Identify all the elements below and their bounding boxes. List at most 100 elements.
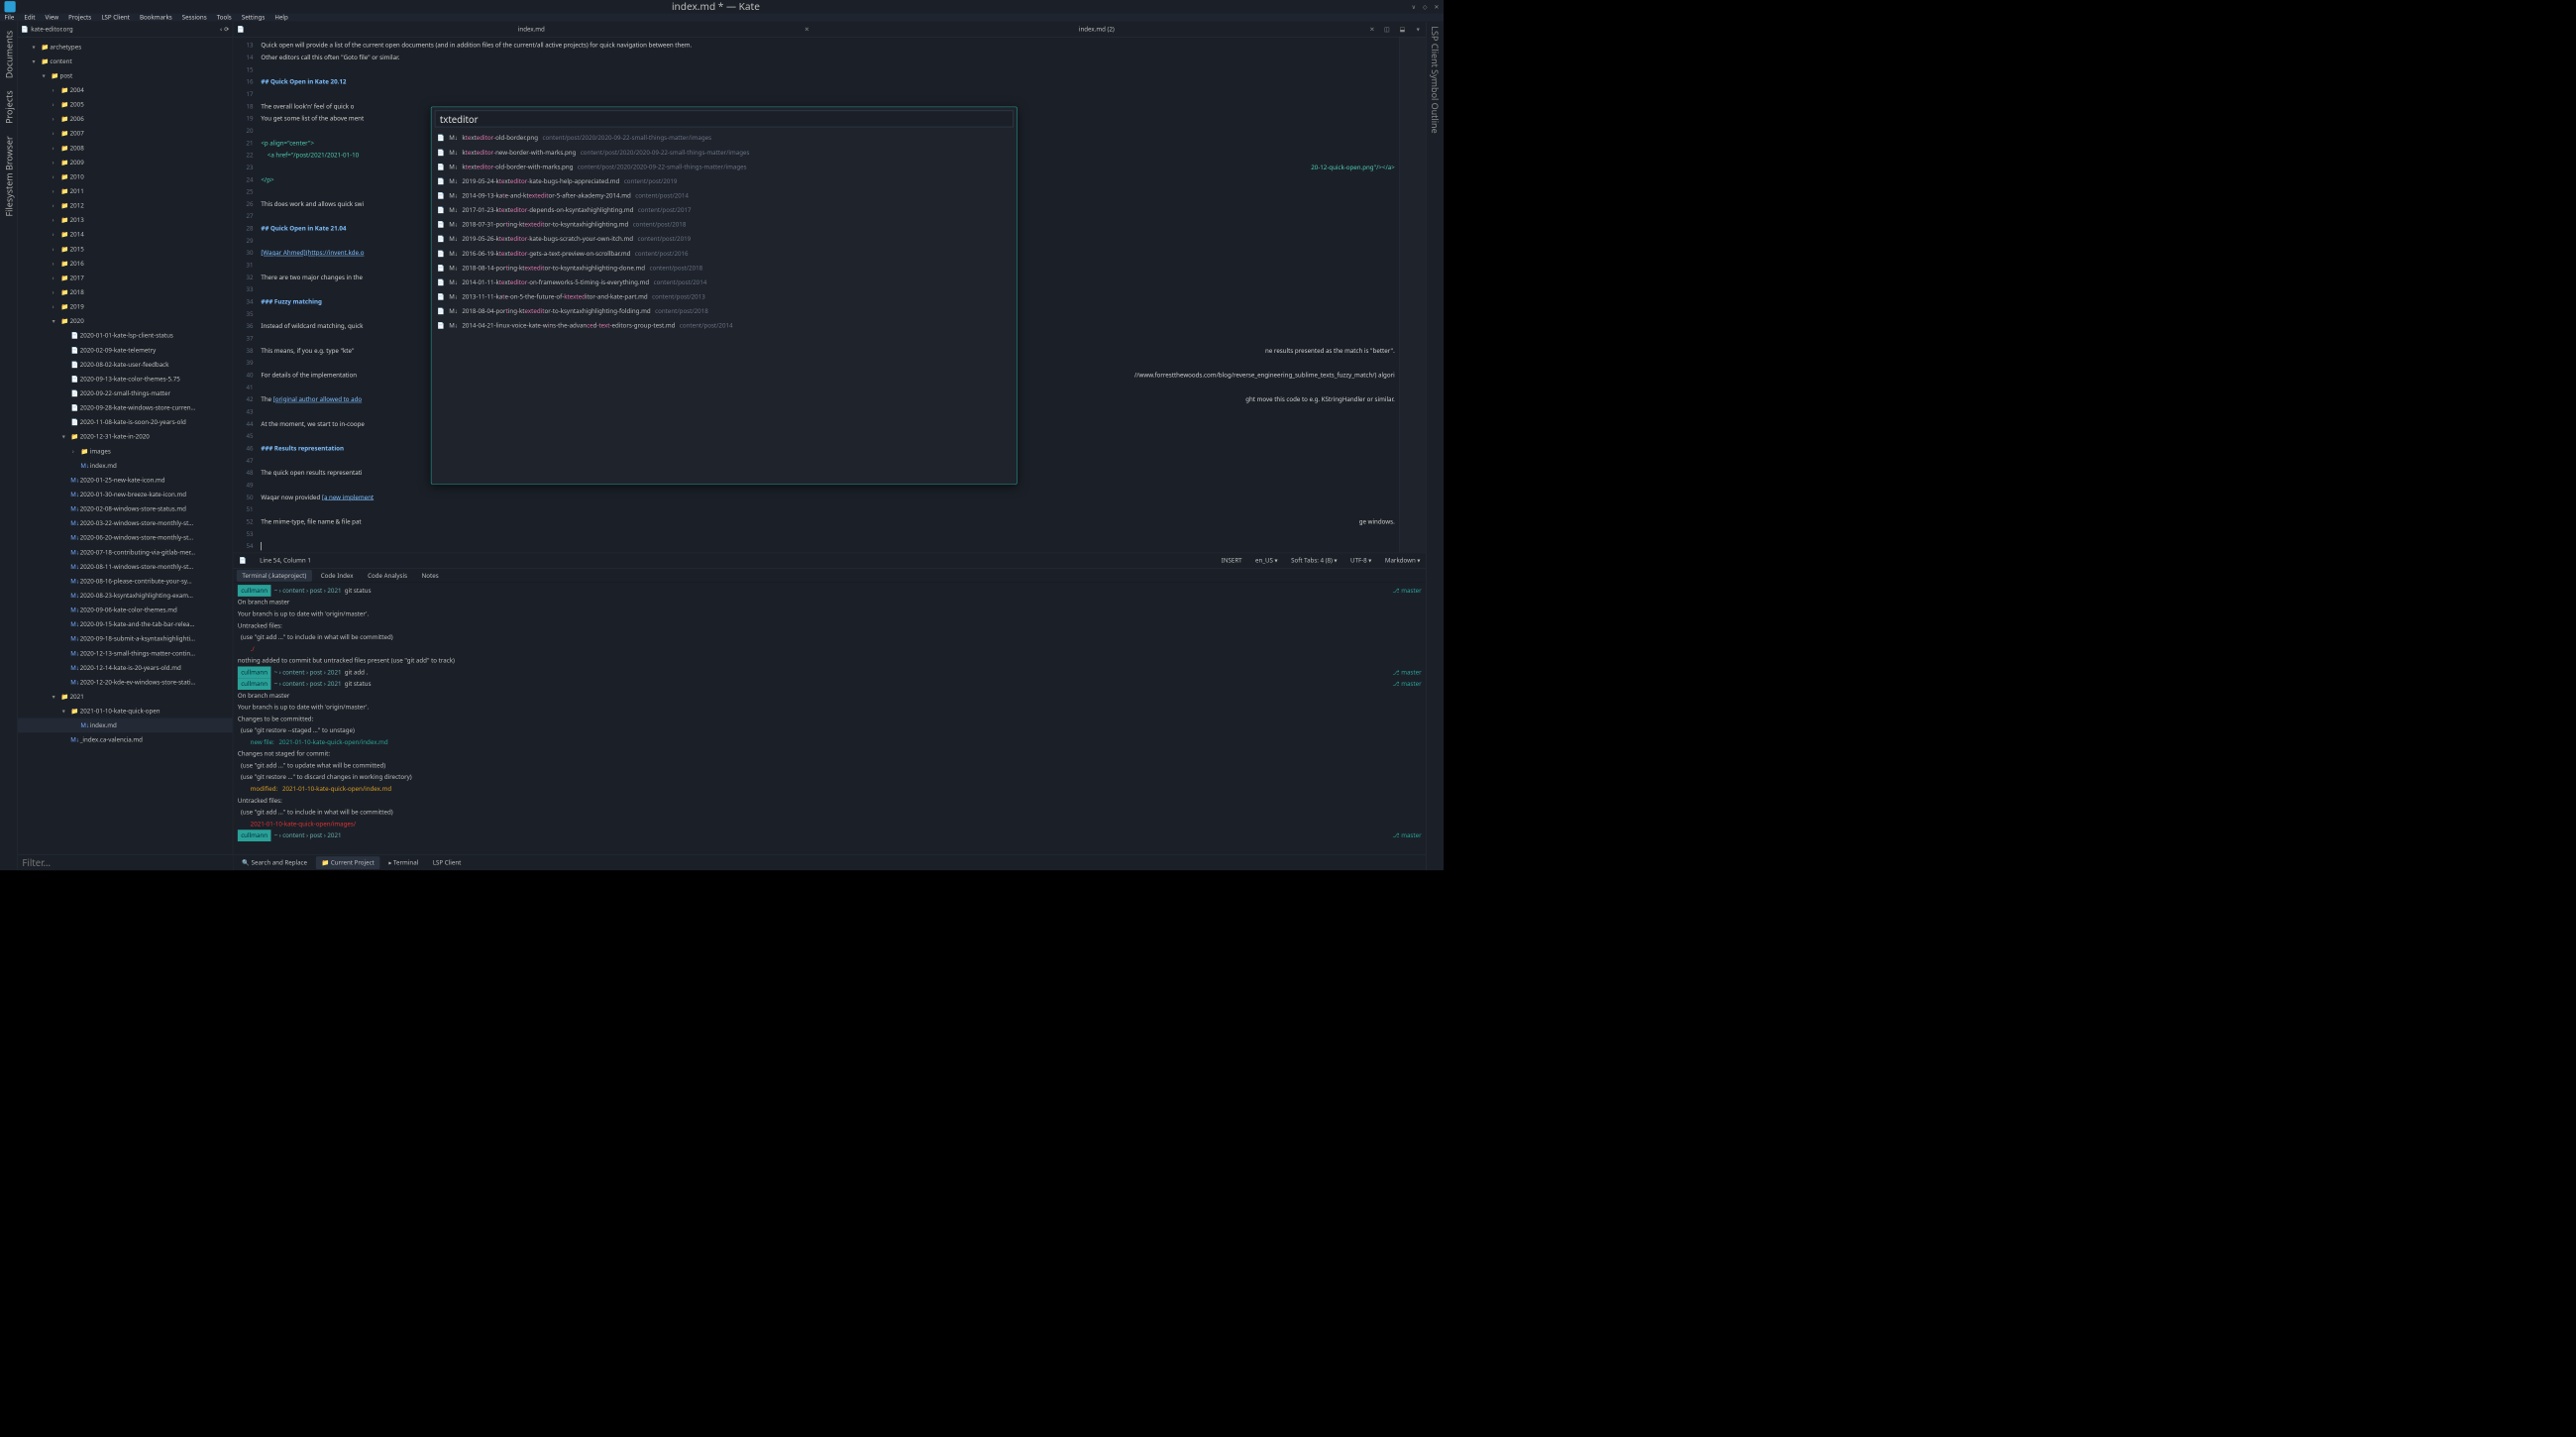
quick-open-item[interactable]: 📄M↓2017-01-23-ktexteditor-depends-on-ksy… <box>431 203 1017 218</box>
term-tab[interactable]: Terminal (.kateproject) <box>237 570 312 582</box>
tree-item[interactable]: M↓2020-12-14-kate-is-20-years-old.md <box>18 660 233 675</box>
tree-item[interactable]: ▾📁post <box>18 68 233 83</box>
tree-item[interactable]: M↓2020-06-20-windows-store-monthly-st… <box>18 530 233 545</box>
tree-item[interactable]: ›📁2012 <box>18 198 233 213</box>
tree-item[interactable]: ›📁2016 <box>18 256 233 271</box>
quick-open-item[interactable]: 📄M↓2014-04-21-linux-voice-kate-wins-the-… <box>431 318 1017 333</box>
tree-item[interactable]: ›📁2008 <box>18 141 233 156</box>
quick-open-results[interactable]: 📄M↓ktexteditor-old-border.pngcontent/pos… <box>431 131 1017 484</box>
tree-item[interactable]: ▾📁content <box>18 54 233 68</box>
quick-open-item[interactable]: 📄M↓ktexteditor-old-border.pngcontent/pos… <box>431 131 1017 146</box>
menu-sessions[interactable]: Sessions <box>182 13 207 21</box>
tree-item[interactable]: ›📁images <box>18 444 233 459</box>
tree-item[interactable]: 📄2020-09-22-small-things-matter <box>18 386 233 400</box>
menu-file[interactable]: File <box>4 13 14 21</box>
tree-item[interactable]: M↓2020-09-18-submit-a-ksyntaxhighlighti… <box>18 631 233 646</box>
editor-tab[interactable]: index.md✕ <box>249 22 813 37</box>
quick-open-item[interactable]: 📄M↓2018-08-14-porting-ktexteditor-to-ksy… <box>431 261 1017 276</box>
quick-open-item[interactable]: 📄M↓2019-05-24-ktexteditor-kate-bugs-help… <box>431 173 1017 188</box>
tree-item[interactable]: 📄2020-08-02-kate-user-feedback <box>18 357 233 372</box>
menu-tools[interactable]: Tools <box>217 13 232 21</box>
quick-open-item[interactable]: 📄M↓2019-05-26-ktexteditor-kate-bugs-scra… <box>431 232 1017 247</box>
menu-lsp-client[interactable]: LSP Client <box>101 13 130 21</box>
maximize-icon[interactable]: ◇ <box>1423 3 1428 11</box>
tree-item[interactable]: M↓2020-08-16-please-contribute-your-sy… <box>18 574 233 589</box>
bottom-tab[interactable]: LSP Client <box>427 856 467 869</box>
split-h-icon[interactable]: ◫ <box>1379 22 1395 37</box>
bottom-tab[interactable]: 📁 Current Project <box>316 856 379 869</box>
term-tab[interactable]: Code Index <box>315 570 359 582</box>
tree-item[interactable]: ›📁2018 <box>18 284 233 299</box>
tree-item[interactable]: M↓index.md <box>18 458 233 473</box>
menu-help[interactable]: Help <box>274 13 287 21</box>
sidebar-tab-documents[interactable]: Documents <box>0 26 17 82</box>
quick-open-item[interactable]: 📄M↓2016-06-19-ktexteditor-gets-a-text-pr… <box>431 246 1017 261</box>
tree-item[interactable]: ▾📁2021-01-10-kate-quick-open <box>18 704 233 718</box>
close-tab-icon[interactable]: ✕ <box>1369 25 1374 33</box>
tree-item[interactable]: 📄2020-09-28-kate-windows-store-curren… <box>18 400 233 415</box>
quick-open-item[interactable]: 📄M↓2018-08-04-porting-ktexteditor-to-ksy… <box>431 304 1017 319</box>
tree-item[interactable]: M↓2020-09-06-kate-color-themes.md <box>18 603 233 617</box>
quick-open-item[interactable]: 📄M↓2014-01-11-ktexteditor-on-frameworks-… <box>431 275 1017 289</box>
quick-open-item[interactable]: 📄M↓2014-09-13-kate-and-ktexteditor-5-aft… <box>431 188 1017 203</box>
tree-item[interactable]: ›📁2010 <box>18 169 233 184</box>
term-tab[interactable]: Notes <box>416 570 444 582</box>
tree-item[interactable]: ▾📁2020-12-31-kate-in-2020 <box>18 429 233 444</box>
menu-bookmarks[interactable]: Bookmarks <box>140 13 172 21</box>
tree-item[interactable]: M↓_index.ca-valencia.md <box>18 732 233 747</box>
tree-item[interactable]: ›📁2013 <box>18 213 233 228</box>
quick-open-item[interactable]: 📄M↓ktexteditor-old-border-with-marks.png… <box>431 160 1017 174</box>
bottom-tab[interactable]: ▸ Terminal <box>383 856 424 869</box>
sidebar-tab-projects[interactable]: Projects <box>0 86 17 129</box>
tree-item[interactable]: ›📁2017 <box>18 271 233 285</box>
tree-item[interactable]: M↓2020-12-13-small-things-matter-contin… <box>18 646 233 661</box>
split-v-icon[interactable]: ⬓ <box>1395 22 1411 37</box>
sidebar-back-icon[interactable]: ‹ <box>220 25 222 33</box>
menu-projects[interactable]: Projects <box>68 13 91 21</box>
quick-open-item[interactable]: 📄M↓2018-07-31-porting-ktexteditor-to-ksy… <box>431 217 1017 232</box>
tree-item[interactable]: M↓2020-08-11-windows-store-monthly-st… <box>18 559 233 574</box>
quick-open-input[interactable] <box>435 111 1014 128</box>
lsp-outline-tab[interactable]: LSP Client Symbol Outline <box>1427 22 1444 870</box>
tree-item[interactable]: M↓2020-07-18-contributing-via-gitlab-mer… <box>18 545 233 560</box>
menu-view[interactable]: View <box>46 13 58 21</box>
tree-item[interactable]: ›📁2019 <box>18 299 233 314</box>
tree-item[interactable]: ›📁2007 <box>18 126 233 141</box>
tab-menu-icon[interactable]: ▾ <box>1410 22 1426 37</box>
status-tabs[interactable]: Soft Tabs: 4 (8) ▾ <box>1291 557 1338 565</box>
filter-input[interactable] <box>18 855 233 870</box>
term-tab[interactable]: Code Analysis <box>363 570 413 582</box>
tree-item[interactable]: M↓2020-01-30-new-breeze-kate-icon.md <box>18 487 233 501</box>
terminal[interactable]: cullmann ~ › content › post › 2021 git s… <box>233 583 1426 855</box>
bottom-tab[interactable]: 🔍 Search and Replace <box>237 856 313 869</box>
sidebar-tab-filesystem-browser[interactable]: Filesystem Browser <box>0 132 17 221</box>
new-doc-icon[interactable]: 📄 <box>233 22 249 37</box>
tree-item[interactable]: ›📁2015 <box>18 242 233 257</box>
tree-item[interactable]: ›📁2004 <box>18 82 233 97</box>
status-encoding[interactable]: UTF-8 ▾ <box>1350 557 1371 565</box>
project-tree[interactable]: ▾📁archetypes▾📁content▾📁post›📁2004›📁2005›… <box>18 38 233 855</box>
menu-settings[interactable]: Settings <box>242 13 265 21</box>
tree-item[interactable]: 📄2020-01-01-kate-lsp-client-status <box>18 328 233 343</box>
quick-open-item[interactable]: 📄M↓ktexteditor-new-border-with-marks.png… <box>431 145 1017 160</box>
status-mode[interactable]: Markdown ▾ <box>1385 557 1421 565</box>
status-locale[interactable]: en_US ▾ <box>1255 557 1278 565</box>
tree-item[interactable]: M↓2020-03-22-windows-store-monthly-st… <box>18 516 233 531</box>
tree-item[interactable]: M↓index.md <box>18 718 233 733</box>
tree-item[interactable]: M↓2020-09-15-kate-and-the-tab-bar-relea… <box>18 617 233 632</box>
tree-item[interactable]: ›📁2006 <box>18 112 233 127</box>
tree-item[interactable]: ›📁2011 <box>18 183 233 198</box>
editor-tab[interactable]: index.md (2)✕ <box>814 22 1379 37</box>
minimize-icon[interactable]: ∨ <box>1412 3 1417 11</box>
tree-item[interactable]: ›📁2009 <box>18 155 233 169</box>
tree-item[interactable]: M↓2020-12-20-kde-ev-windows-store-stati… <box>18 675 233 690</box>
tree-item[interactable]: 📄2020-02-09-kate-telemetry <box>18 343 233 358</box>
menu-edit[interactable]: Edit <box>24 13 35 21</box>
tree-item[interactable]: ▾📁2021 <box>18 689 233 704</box>
tree-item[interactable]: 📄2020-11-08-kate-is-soon-20-years-old <box>18 415 233 430</box>
tree-item[interactable]: ▾📁2020 <box>18 314 233 329</box>
tree-item[interactable]: ▾📁archetypes <box>18 40 233 55</box>
tree-item[interactable]: ›📁2014 <box>18 227 233 242</box>
tree-item[interactable]: 📄2020-09-13-kate-color-themes-5.75 <box>18 372 233 387</box>
tree-item[interactable]: M↓2020-02-08-windows-store-status.md <box>18 501 233 516</box>
